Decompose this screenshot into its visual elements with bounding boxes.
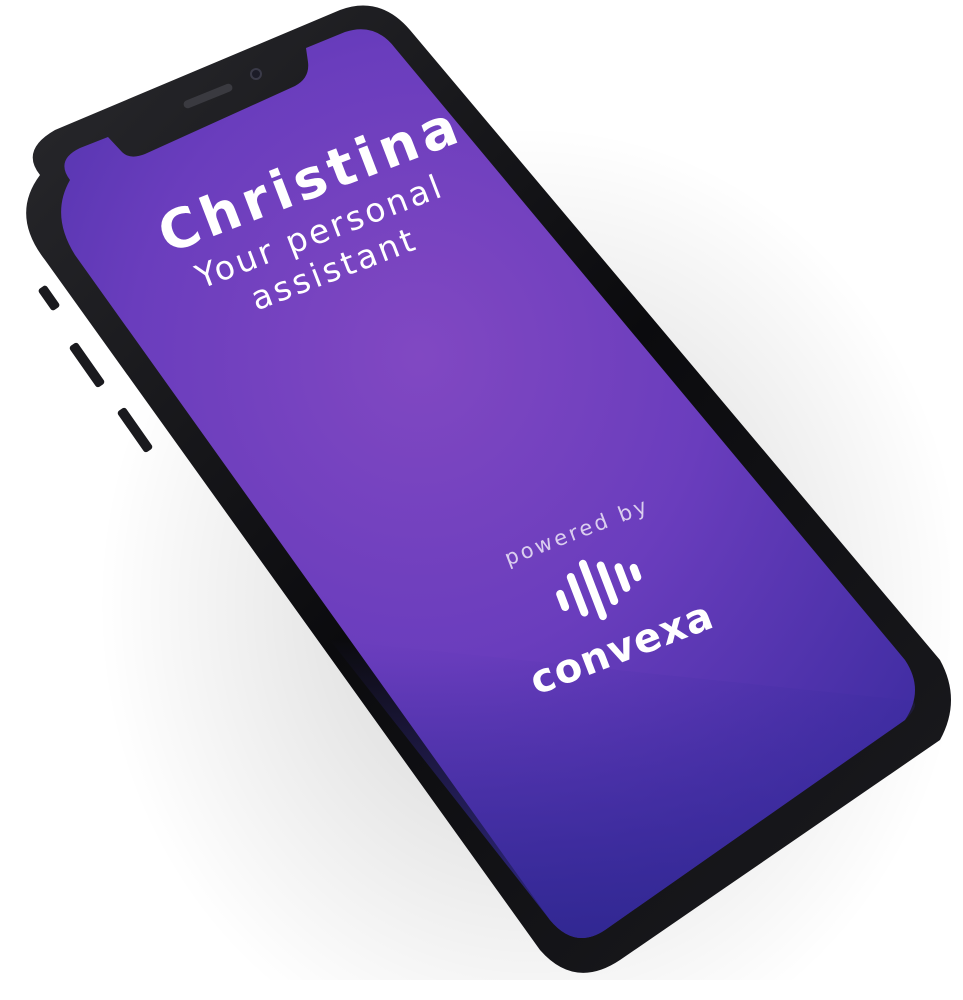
stage: Christina Your personal assistant powere… bbox=[0, 0, 963, 1000]
phone-device bbox=[26, 5, 951, 973]
side-button-low bbox=[117, 407, 153, 453]
side-button-mid bbox=[69, 342, 105, 388]
front-camera bbox=[250, 68, 262, 80]
side-button-top bbox=[38, 285, 60, 311]
